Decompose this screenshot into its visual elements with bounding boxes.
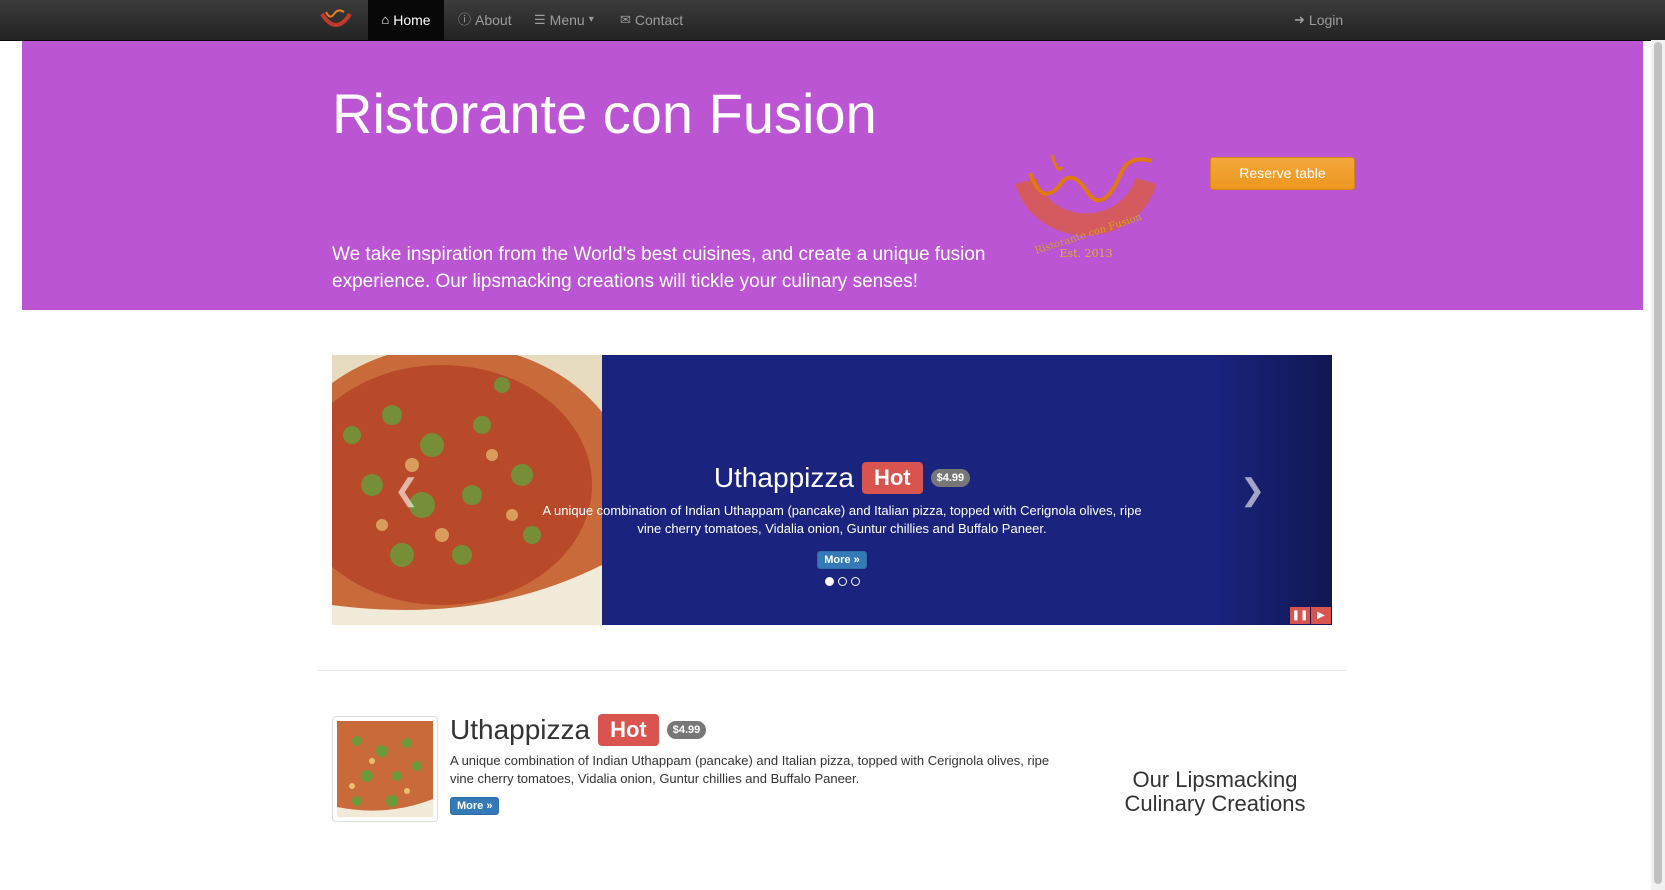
restaurant-logo: Ristorante con Fusion Est. 2013 <box>1015 154 1157 260</box>
media-description: A unique combination of Indian Uthappam … <box>450 753 1050 786</box>
login-icon: ➜ <box>1294 12 1305 27</box>
carousel-indicator[interactable] <box>824 577 834 586</box>
chevron-left-icon[interactable]: ❮ <box>394 473 419 508</box>
carousel-caption: Uthappizza Hot $4.99 A unique combinatio… <box>532 462 1152 586</box>
section-heading-line1: Our Lipsmacking <box>1132 767 1298 792</box>
scrollbar[interactable] <box>1651 40 1665 890</box>
pizza-thumbnail-image <box>337 721 433 817</box>
page-title: Ristorante con Fusion <box>332 82 877 145</box>
nav-home-label: Home <box>393 12 431 28</box>
carousel-indicators <box>532 577 1152 586</box>
logo-est: Est. 2013 <box>1059 247 1112 260</box>
hot-badge: Hot <box>598 714 659 746</box>
media-body: Uthappizza Hot $4.99 A unique combinatio… <box>450 714 1070 815</box>
price-badge: $4.99 <box>666 721 707 739</box>
pause-icon[interactable]: ❚❚ <box>1290 607 1310 624</box>
media-more-button[interactable]: More » <box>450 797 500 815</box>
carousel-heading: Uthappizza Hot $4.99 <box>713 462 971 494</box>
home-icon: ⌂ <box>381 12 390 27</box>
chevron-right-icon[interactable]: ❯ <box>1240 473 1265 508</box>
section-heading: Our Lipsmacking Culinary Creations <box>1110 768 1320 816</box>
carousel: ❮ ❯ Uthappizza Hot $4.99 A unique combin… <box>332 355 1332 625</box>
nav-login[interactable]: ➜ Login <box>1294 0 1343 40</box>
chevron-down-icon: ▾ <box>588 14 594 25</box>
scrollbar-thumb[interactable] <box>1654 42 1662 884</box>
carousel-title: Uthappizza <box>713 462 854 493</box>
media-more-wrap: More » <box>450 796 1070 815</box>
hot-badge: Hot <box>861 462 923 494</box>
navbar-container: ⌂ Home ⓘ About ☰ Menu ▾ ✉ Contact ➜ Logi… <box>318 0 1346 40</box>
divider <box>318 670 1346 671</box>
nav-about[interactable]: ⓘ About <box>458 0 512 40</box>
carousel-more-button[interactable]: More » <box>817 551 867 569</box>
carousel-more-wrap: More » <box>532 550 1152 569</box>
media-thumbnail <box>332 716 438 822</box>
nav-about-label: About <box>475 12 512 28</box>
media-title: Uthappizza <box>450 714 591 745</box>
carousel-gradient <box>1212 355 1332 625</box>
section-heading-line2: Culinary Creations <box>1124 791 1306 816</box>
jumbotron: Ristorante con Fusion We take inspiratio… <box>22 41 1643 310</box>
info-icon: ⓘ <box>458 12 472 27</box>
nav-contact-label: Contact <box>634 12 684 28</box>
jumbotron-description: We take inspiration from the World's bes… <box>332 244 986 292</box>
price-badge: $4.99 <box>930 469 971 487</box>
top-navbar: ⌂ Home ⓘ About ☰ Menu ▾ ✉ Contact ➜ Logi… <box>0 0 1665 41</box>
media-heading: Uthappizza Hot $4.99 <box>450 714 1070 746</box>
envelope-icon: ✉ <box>620 12 631 27</box>
nav-home[interactable]: ⌂ Home <box>368 0 444 40</box>
nav-menu-label: Menu <box>549 12 585 28</box>
play-icon[interactable]: ▶ <box>1311 607 1331 624</box>
reserve-table-button[interactable]: Reserve table <box>1210 157 1355 190</box>
carousel-description: A unique combination of Indian Uthappam … <box>542 503 1142 536</box>
carousel-indicator[interactable] <box>850 577 860 586</box>
list-icon: ☰ <box>534 12 546 27</box>
nav-menu[interactable]: ☰ Menu ▾ <box>534 0 594 40</box>
nav-login-label: Login <box>1308 12 1344 28</box>
carousel-indicator[interactable] <box>837 577 847 586</box>
brand-logo[interactable] <box>318 6 354 34</box>
nav-contact[interactable]: ✉ Contact <box>620 0 683 40</box>
